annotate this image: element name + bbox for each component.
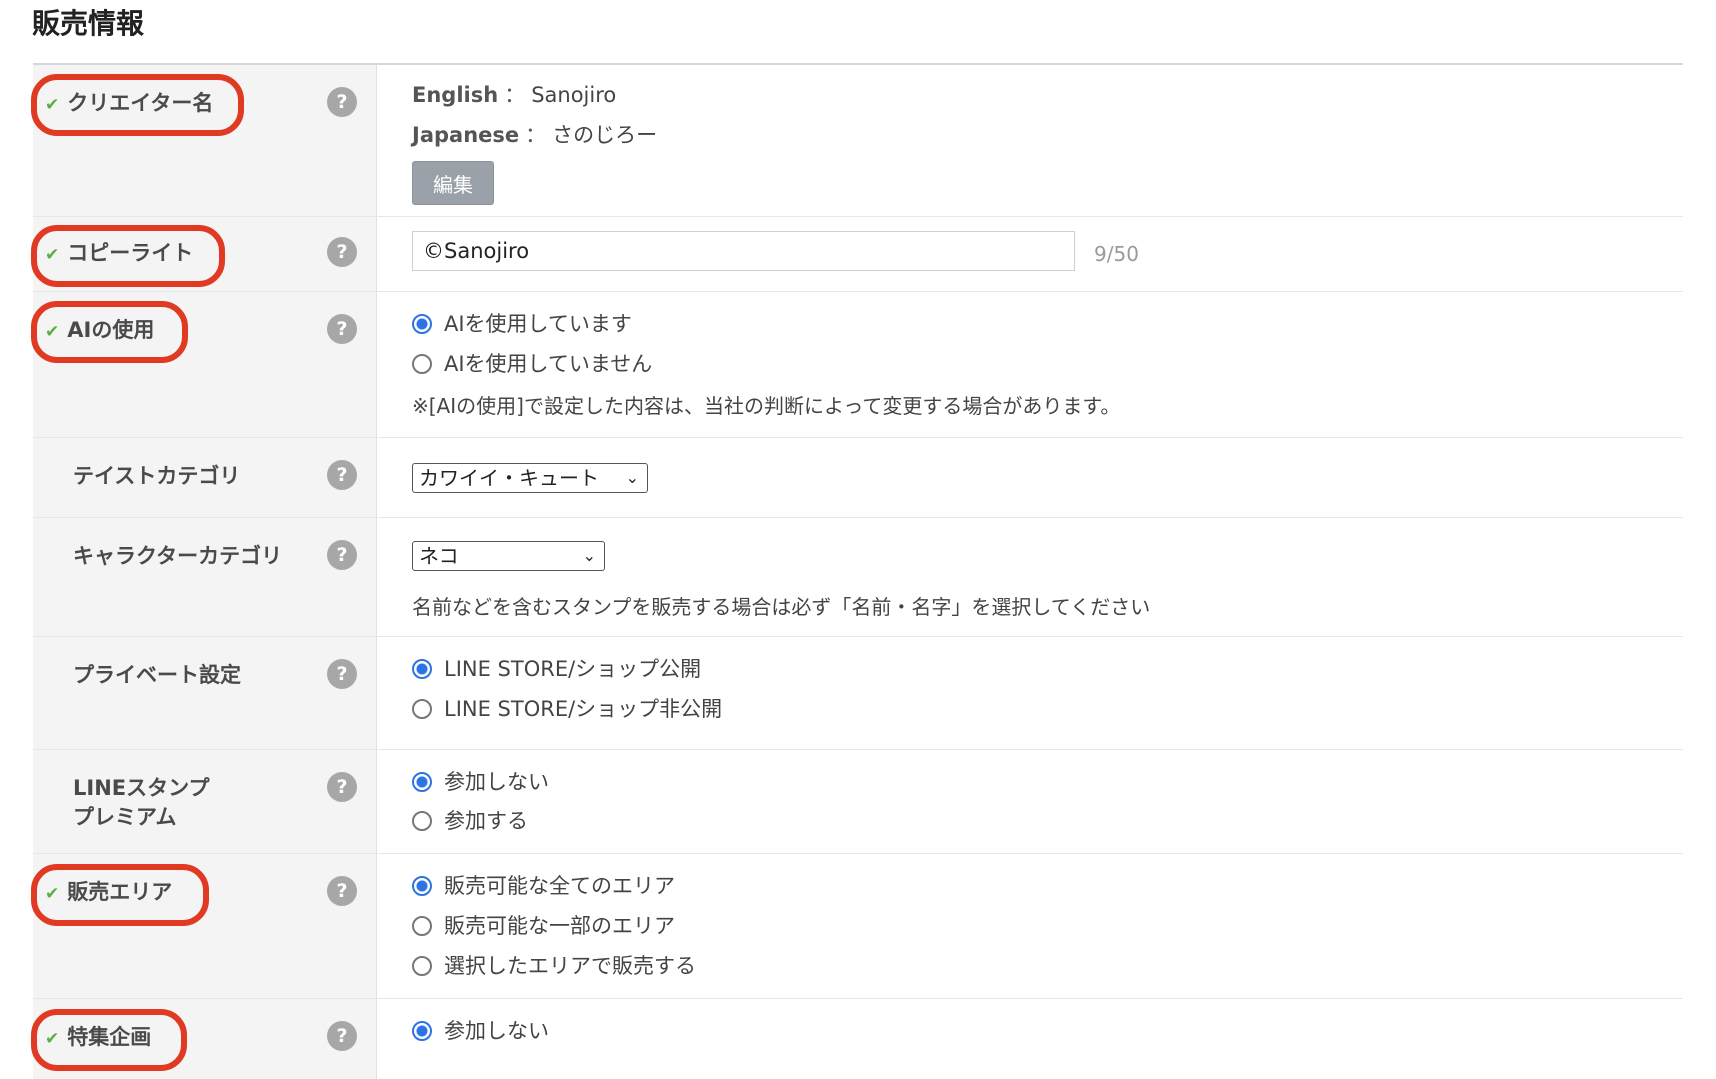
check-icon: ✔ bbox=[45, 884, 60, 904]
radio-unselected-icon[interactable] bbox=[412, 811, 432, 831]
help-icon[interactable]: ? bbox=[327, 540, 357, 570]
check-icon: ✔ bbox=[45, 322, 60, 342]
row-ai-use: ✔ AIの使用 ? AIを使用しています AIを使用していません ※[AIの使用]… bbox=[33, 292, 1683, 438]
char-counter: 9/50 bbox=[1094, 242, 1139, 266]
radio-unselected-icon[interactable] bbox=[412, 354, 432, 374]
english-name: English： Sanojiro bbox=[412, 79, 616, 109]
row-creator-name: ✔ クリエイター名 ? English： Sanojiro Japanese：さのじ… bbox=[33, 65, 1683, 217]
row-feature-campaign: ✔ 特集企画 ? 参加しない bbox=[33, 999, 1683, 1079]
help-icon[interactable]: ? bbox=[327, 237, 357, 267]
help-icon[interactable]: ? bbox=[327, 87, 357, 117]
separator: ： bbox=[504, 83, 526, 107]
help-icon[interactable]: ? bbox=[327, 314, 357, 344]
label-cell: テイストカテゴリ ? bbox=[33, 438, 377, 517]
copyright-input[interactable] bbox=[412, 231, 1075, 271]
radio-premium-no[interactable]: 参加しない bbox=[412, 767, 549, 797]
row-private-setting: プライベート設定 ? LINE STORE/ショップ公開 LINE STORE/… bbox=[33, 637, 1683, 750]
radio-selected-icon[interactable] bbox=[412, 314, 432, 334]
label-text: 特集企画 bbox=[67, 1025, 152, 1049]
row-taste-category: テイストカテゴリ ? カワイイ・キュート ⌄ bbox=[33, 438, 1683, 518]
label-cell: ✔ AIの使用 ? bbox=[33, 292, 377, 437]
taste-category-select[interactable]: カワイイ・キュート ⌄ bbox=[412, 463, 648, 493]
radio-area-partial[interactable]: 販売可能な一部のエリア bbox=[412, 911, 675, 941]
select-value: カワイイ・キュート bbox=[419, 466, 599, 490]
japanese-value: さのじろー bbox=[552, 123, 658, 147]
radio-feature-no[interactable]: 参加しない bbox=[412, 1016, 549, 1046]
radio-area-selected[interactable]: 選択したエリアで販売する bbox=[412, 951, 696, 981]
english-value: Sanojiro bbox=[531, 83, 617, 107]
option-label: LINE STORE/ショップ公開 bbox=[444, 657, 702, 681]
option-label: LINE STORE/ショップ非公開 bbox=[444, 697, 723, 721]
field-label-private-setting: プライベート設定 bbox=[73, 663, 241, 687]
radio-area-all[interactable]: 販売可能な全てのエリア bbox=[412, 871, 675, 901]
option-label: 参加しない bbox=[444, 1019, 549, 1043]
help-icon[interactable]: ? bbox=[327, 772, 357, 802]
option-label: 参加しない bbox=[444, 770, 549, 794]
label-cell: ✔ 販売エリア ? bbox=[33, 854, 377, 998]
check-icon: ✔ bbox=[45, 95, 60, 115]
label-cell: LINEスタンプ プレミアム ? bbox=[33, 750, 377, 853]
edit-button[interactable]: 編集 bbox=[412, 161, 494, 205]
field-label-character-category: キャラクターカテゴリ bbox=[73, 544, 283, 568]
english-key: English bbox=[412, 83, 499, 107]
help-icon[interactable]: ? bbox=[327, 1021, 357, 1051]
row-character-category: キャラクターカテゴリ ? ネコ ⌄ 名前などを含むスタンプを販売する場合は必ず「… bbox=[33, 518, 1683, 637]
radio-ai-used[interactable]: AIを使用しています bbox=[412, 309, 632, 339]
field-label-taste-category: テイストカテゴリ bbox=[73, 464, 241, 488]
character-category-select[interactable]: ネコ ⌄ bbox=[412, 541, 605, 571]
row-sales-area: ✔ 販売エリア ? 販売可能な全てのエリア 販売可能な一部のエリア 選択したエリア… bbox=[33, 854, 1683, 999]
chevron-down-icon: ⌄ bbox=[582, 546, 596, 565]
radio-unselected-icon[interactable] bbox=[412, 916, 432, 936]
label-text: AIの使用 bbox=[67, 318, 155, 342]
label-line-2: プレミアム bbox=[73, 805, 177, 829]
help-icon[interactable]: ? bbox=[327, 460, 357, 490]
japanese-name: Japanese：さのじろー bbox=[412, 119, 657, 149]
radio-selected-icon[interactable] bbox=[412, 659, 432, 679]
row-copyright: ✔ コピーライト ? 9/50 bbox=[33, 217, 1683, 292]
label-line-1: LINEスタンプ bbox=[73, 776, 210, 800]
label-cell: ✔ 特集企画 ? bbox=[33, 999, 377, 1079]
chevron-down-icon: ⌄ bbox=[625, 468, 639, 487]
radio-unselected-icon[interactable] bbox=[412, 956, 432, 976]
field-label-sales-area: ✔ 販売エリア bbox=[45, 878, 172, 909]
help-icon[interactable]: ? bbox=[327, 876, 357, 906]
help-icon[interactable]: ? bbox=[327, 659, 357, 689]
option-label: AIを使用していません bbox=[444, 352, 653, 376]
field-label-creator-name: ✔ クリエイター名 bbox=[45, 89, 213, 120]
check-icon: ✔ bbox=[45, 245, 60, 265]
field-label-copyright: ✔ コピーライト bbox=[45, 239, 193, 270]
field-label-feature-campaign: ✔ 特集企画 bbox=[45, 1023, 151, 1054]
option-label: 販売可能な一部のエリア bbox=[444, 914, 675, 938]
option-label: 参加する bbox=[444, 809, 528, 833]
radio-store-private[interactable]: LINE STORE/ショップ非公開 bbox=[412, 694, 722, 724]
row-premium: LINEスタンプ プレミアム ? 参加しない 参加する bbox=[33, 750, 1683, 854]
page-title: 販売情報 bbox=[32, 7, 145, 40]
option-label: 販売可能な全てのエリア bbox=[444, 874, 675, 898]
radio-selected-icon[interactable] bbox=[412, 876, 432, 896]
radio-selected-icon[interactable] bbox=[412, 1021, 432, 1041]
radio-selected-icon[interactable] bbox=[412, 772, 432, 792]
radio-ai-not-used[interactable]: AIを使用していません bbox=[412, 349, 652, 379]
label-text: 販売エリア bbox=[67, 880, 173, 904]
label-cell: プライベート設定 ? bbox=[33, 637, 377, 749]
select-value: ネコ bbox=[419, 544, 459, 568]
separator: ： bbox=[525, 123, 547, 147]
japanese-key: Japanese bbox=[412, 123, 520, 147]
radio-unselected-icon[interactable] bbox=[412, 699, 432, 719]
label-text: クリエイター名 bbox=[67, 91, 214, 115]
field-label-premium: LINEスタンプ プレミアム bbox=[73, 774, 210, 832]
radio-store-public[interactable]: LINE STORE/ショップ公開 bbox=[412, 654, 701, 684]
label-cell: ✔ クリエイター名 ? bbox=[33, 65, 377, 216]
option-label: AIを使用しています bbox=[444, 312, 632, 336]
label-text: コピーライト bbox=[67, 241, 194, 265]
field-label-ai-use: ✔ AIの使用 bbox=[45, 316, 154, 347]
check-icon: ✔ bbox=[45, 1029, 60, 1049]
character-category-note: 名前などを含むスタンプを販売する場合は必ず「名前・名字」を選択してください bbox=[412, 595, 1151, 619]
ai-note: ※[AIの使用]で設定した内容は、当社の判断によって変更する場合があります。 bbox=[412, 394, 1121, 418]
label-cell: ✔ コピーライト ? bbox=[33, 217, 377, 291]
option-label: 選択したエリアで販売する bbox=[444, 954, 696, 978]
label-cell: キャラクターカテゴリ ? bbox=[33, 518, 377, 636]
radio-premium-yes[interactable]: 参加する bbox=[412, 806, 528, 836]
